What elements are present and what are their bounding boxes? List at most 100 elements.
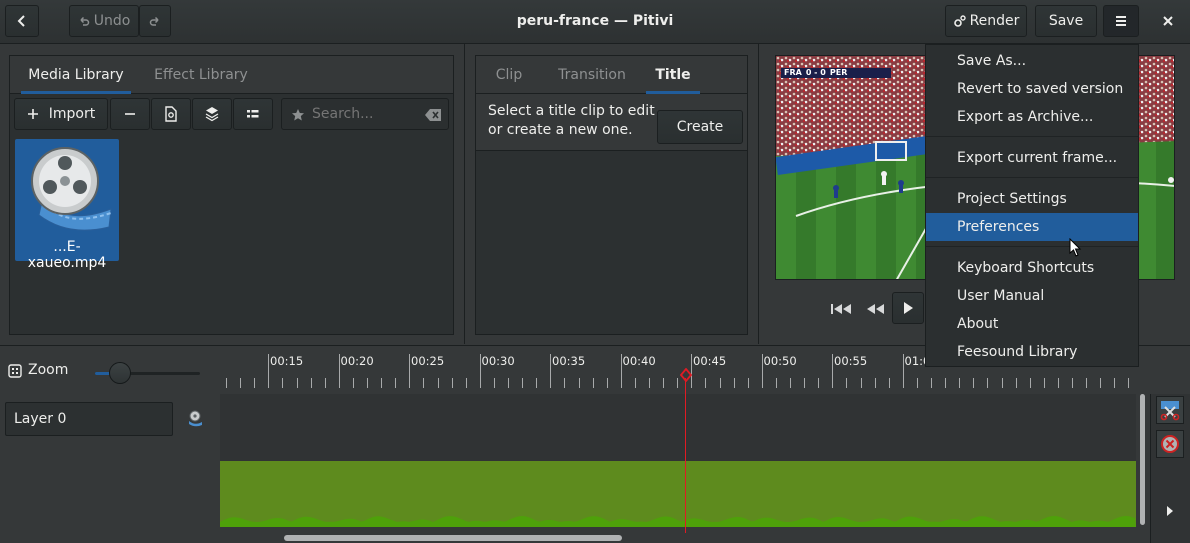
title-instructions: Select a title clip to edit or create a … xyxy=(488,102,655,140)
insert-at-end-button[interactable] xyxy=(192,98,232,130)
menu-item-project-settings[interactable]: Project Settings xyxy=(926,185,1138,213)
tab-media-library[interactable]: Media Library xyxy=(21,56,131,94)
redo-icon xyxy=(149,16,159,26)
play-button[interactable] xyxy=(892,292,924,324)
create-title-button[interactable]: Create xyxy=(657,110,743,144)
search-input[interactable] xyxy=(312,103,412,125)
ruler-label: 00:55 xyxy=(834,354,868,368)
ruler-minor-tick xyxy=(1015,378,1017,388)
clip-properties-button[interactable] xyxy=(151,98,191,130)
ruler-minor-tick xyxy=(1029,378,1031,388)
pane-divider-2[interactable] xyxy=(758,44,759,344)
main-menu-popover: Save As... Revert to saved version Expor… xyxy=(925,44,1139,367)
ruler-minor-tick xyxy=(902,378,904,388)
scoreboard-team1: FRA xyxy=(784,68,802,77)
expand-toolbar-icon[interactable] xyxy=(1166,506,1174,516)
ruler-minor-tick xyxy=(296,378,298,388)
playhead-marker-icon[interactable] xyxy=(680,368,692,382)
horizontal-scrollbar[interactable] xyxy=(284,535,622,541)
ruler-minor-tick xyxy=(775,378,777,388)
mouse-cursor-icon xyxy=(1069,238,1082,257)
menu-item-user-manual[interactable]: User Manual xyxy=(926,282,1138,310)
clear-search-icon[interactable] xyxy=(425,109,441,121)
pane-divider[interactable] xyxy=(464,44,465,344)
audio-track[interactable] xyxy=(220,461,1136,527)
ruler-minor-tick xyxy=(790,378,791,388)
go-to-start-button[interactable] xyxy=(828,298,854,320)
import-label: Import xyxy=(48,106,96,122)
tab-effect-library[interactable]: Effect Library xyxy=(143,56,259,93)
ruler-label: 00:40 xyxy=(622,354,656,368)
close-button[interactable] xyxy=(1150,5,1186,37)
menu-item-about[interactable]: About xyxy=(926,310,1138,338)
menu-item-revert[interactable]: Revert to saved version xyxy=(926,75,1138,103)
back-button[interactable] xyxy=(5,5,39,37)
ruler-minor-tick xyxy=(1128,378,1130,388)
redo-button[interactable] xyxy=(139,5,171,37)
menu-item-feesound-library[interactable]: Feesound Library xyxy=(926,338,1138,366)
ruler-minor-tick xyxy=(409,378,411,388)
ruler-minor-tick xyxy=(931,378,932,388)
menu-item-export-frame[interactable]: Export current frame... xyxy=(926,144,1138,172)
zoom-slider-handle[interactable] xyxy=(109,362,131,384)
ruler-minor-tick xyxy=(1072,378,1073,388)
menu-item-keyboard-shortcuts[interactable]: Keyboard Shortcuts xyxy=(926,254,1138,282)
layer-name-field[interactable]: Layer 0 xyxy=(5,402,173,436)
list-view-button[interactable] xyxy=(233,98,273,130)
import-button[interactable]: Import xyxy=(14,98,108,130)
rewind-button[interactable] xyxy=(862,298,888,320)
play-icon xyxy=(904,302,913,314)
media-clip-item[interactable]: ...E-xaueo.mp4 xyxy=(15,139,119,271)
ruler-minor-tick xyxy=(310,378,312,388)
scoreboard-team2: PER xyxy=(829,68,848,77)
ruler-minor-tick xyxy=(508,378,509,388)
tab-transition[interactable]: Transition xyxy=(550,56,634,93)
menu-item-preferences[interactable]: Preferences xyxy=(926,213,1138,241)
delete-icon xyxy=(1161,435,1179,453)
plus-icon xyxy=(27,109,38,119)
remove-clip-button[interactable] xyxy=(110,98,150,130)
ruler-minor-tick xyxy=(620,378,622,388)
zoom-fit-icon[interactable] xyxy=(8,364,22,378)
ruler-minor-tick xyxy=(226,378,227,388)
ruler-minor-tick xyxy=(719,378,721,388)
ruler-minor-tick xyxy=(381,378,383,388)
vertical-scrollbar[interactable] xyxy=(1140,394,1145,525)
audio-waveform xyxy=(220,516,1136,527)
delete-clip-button[interactable] xyxy=(1156,430,1184,458)
search-box xyxy=(281,98,449,130)
ruler-label: 00:50 xyxy=(763,354,797,368)
ruler-minor-tick xyxy=(268,378,270,388)
menu-item-export-archive[interactable]: Export as Archive... xyxy=(926,103,1138,131)
layer-film-icon[interactable] xyxy=(186,409,204,427)
ruler-minor-tick xyxy=(677,378,679,388)
list-view-icon xyxy=(247,110,259,118)
ruler-minor-tick xyxy=(959,378,961,388)
save-button[interactable]: Save xyxy=(1035,5,1097,37)
playhead-line[interactable] xyxy=(685,378,686,533)
ruler-minor-tick xyxy=(338,378,340,388)
split-clip-button[interactable] xyxy=(1156,396,1184,424)
menu-separator xyxy=(926,246,1138,247)
menu-item-save-as[interactable]: Save As... xyxy=(926,47,1138,75)
main-menu-button[interactable] xyxy=(1103,5,1139,37)
ruler-label: 00:20 xyxy=(340,354,374,368)
tab-title[interactable]: Title xyxy=(646,56,700,94)
video-track[interactable] xyxy=(220,394,1136,461)
undo-button[interactable]: Undo xyxy=(69,5,139,37)
ruler-minor-tick xyxy=(479,378,481,388)
close-icon xyxy=(1163,16,1173,26)
ruler-minor-tick xyxy=(804,378,806,388)
zoom-label: Zoom xyxy=(28,362,69,378)
hamburger-icon xyxy=(1116,16,1126,26)
waveform-path xyxy=(220,516,1136,527)
create-label: Create xyxy=(676,119,724,135)
ruler-label: 00:35 xyxy=(552,354,586,368)
tab-clip[interactable]: Clip xyxy=(488,56,530,93)
render-button[interactable]: Render xyxy=(945,5,1027,37)
ruler-minor-tick xyxy=(240,378,242,388)
ruler-minor-tick xyxy=(1057,378,1059,388)
ruler-minor-tick xyxy=(451,378,453,388)
ruler-minor-tick xyxy=(606,378,608,388)
media-library-panel: Media Library Effect Library Import Sear… xyxy=(9,55,454,335)
